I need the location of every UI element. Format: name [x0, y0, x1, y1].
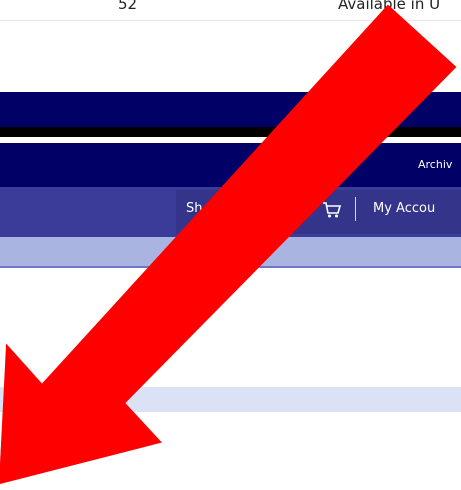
cart-icon[interactable]	[322, 201, 342, 219]
result-count: 52	[118, 0, 138, 13]
shop-link[interactable]: Sh	[186, 201, 203, 216]
availability-text: Available in U	[338, 0, 441, 13]
nav-separator	[355, 197, 356, 221]
sub-navigation-bar	[0, 237, 461, 268]
main-header	[0, 143, 461, 187]
header-divider	[0, 127, 461, 137]
my-account-link[interactable]: My Accou	[373, 201, 435, 216]
content-band	[0, 387, 461, 412]
archive-link[interactable]: Archiv	[418, 158, 452, 171]
results-row: 52 Available in U	[0, 0, 461, 21]
site-header-bar	[0, 92, 461, 127]
